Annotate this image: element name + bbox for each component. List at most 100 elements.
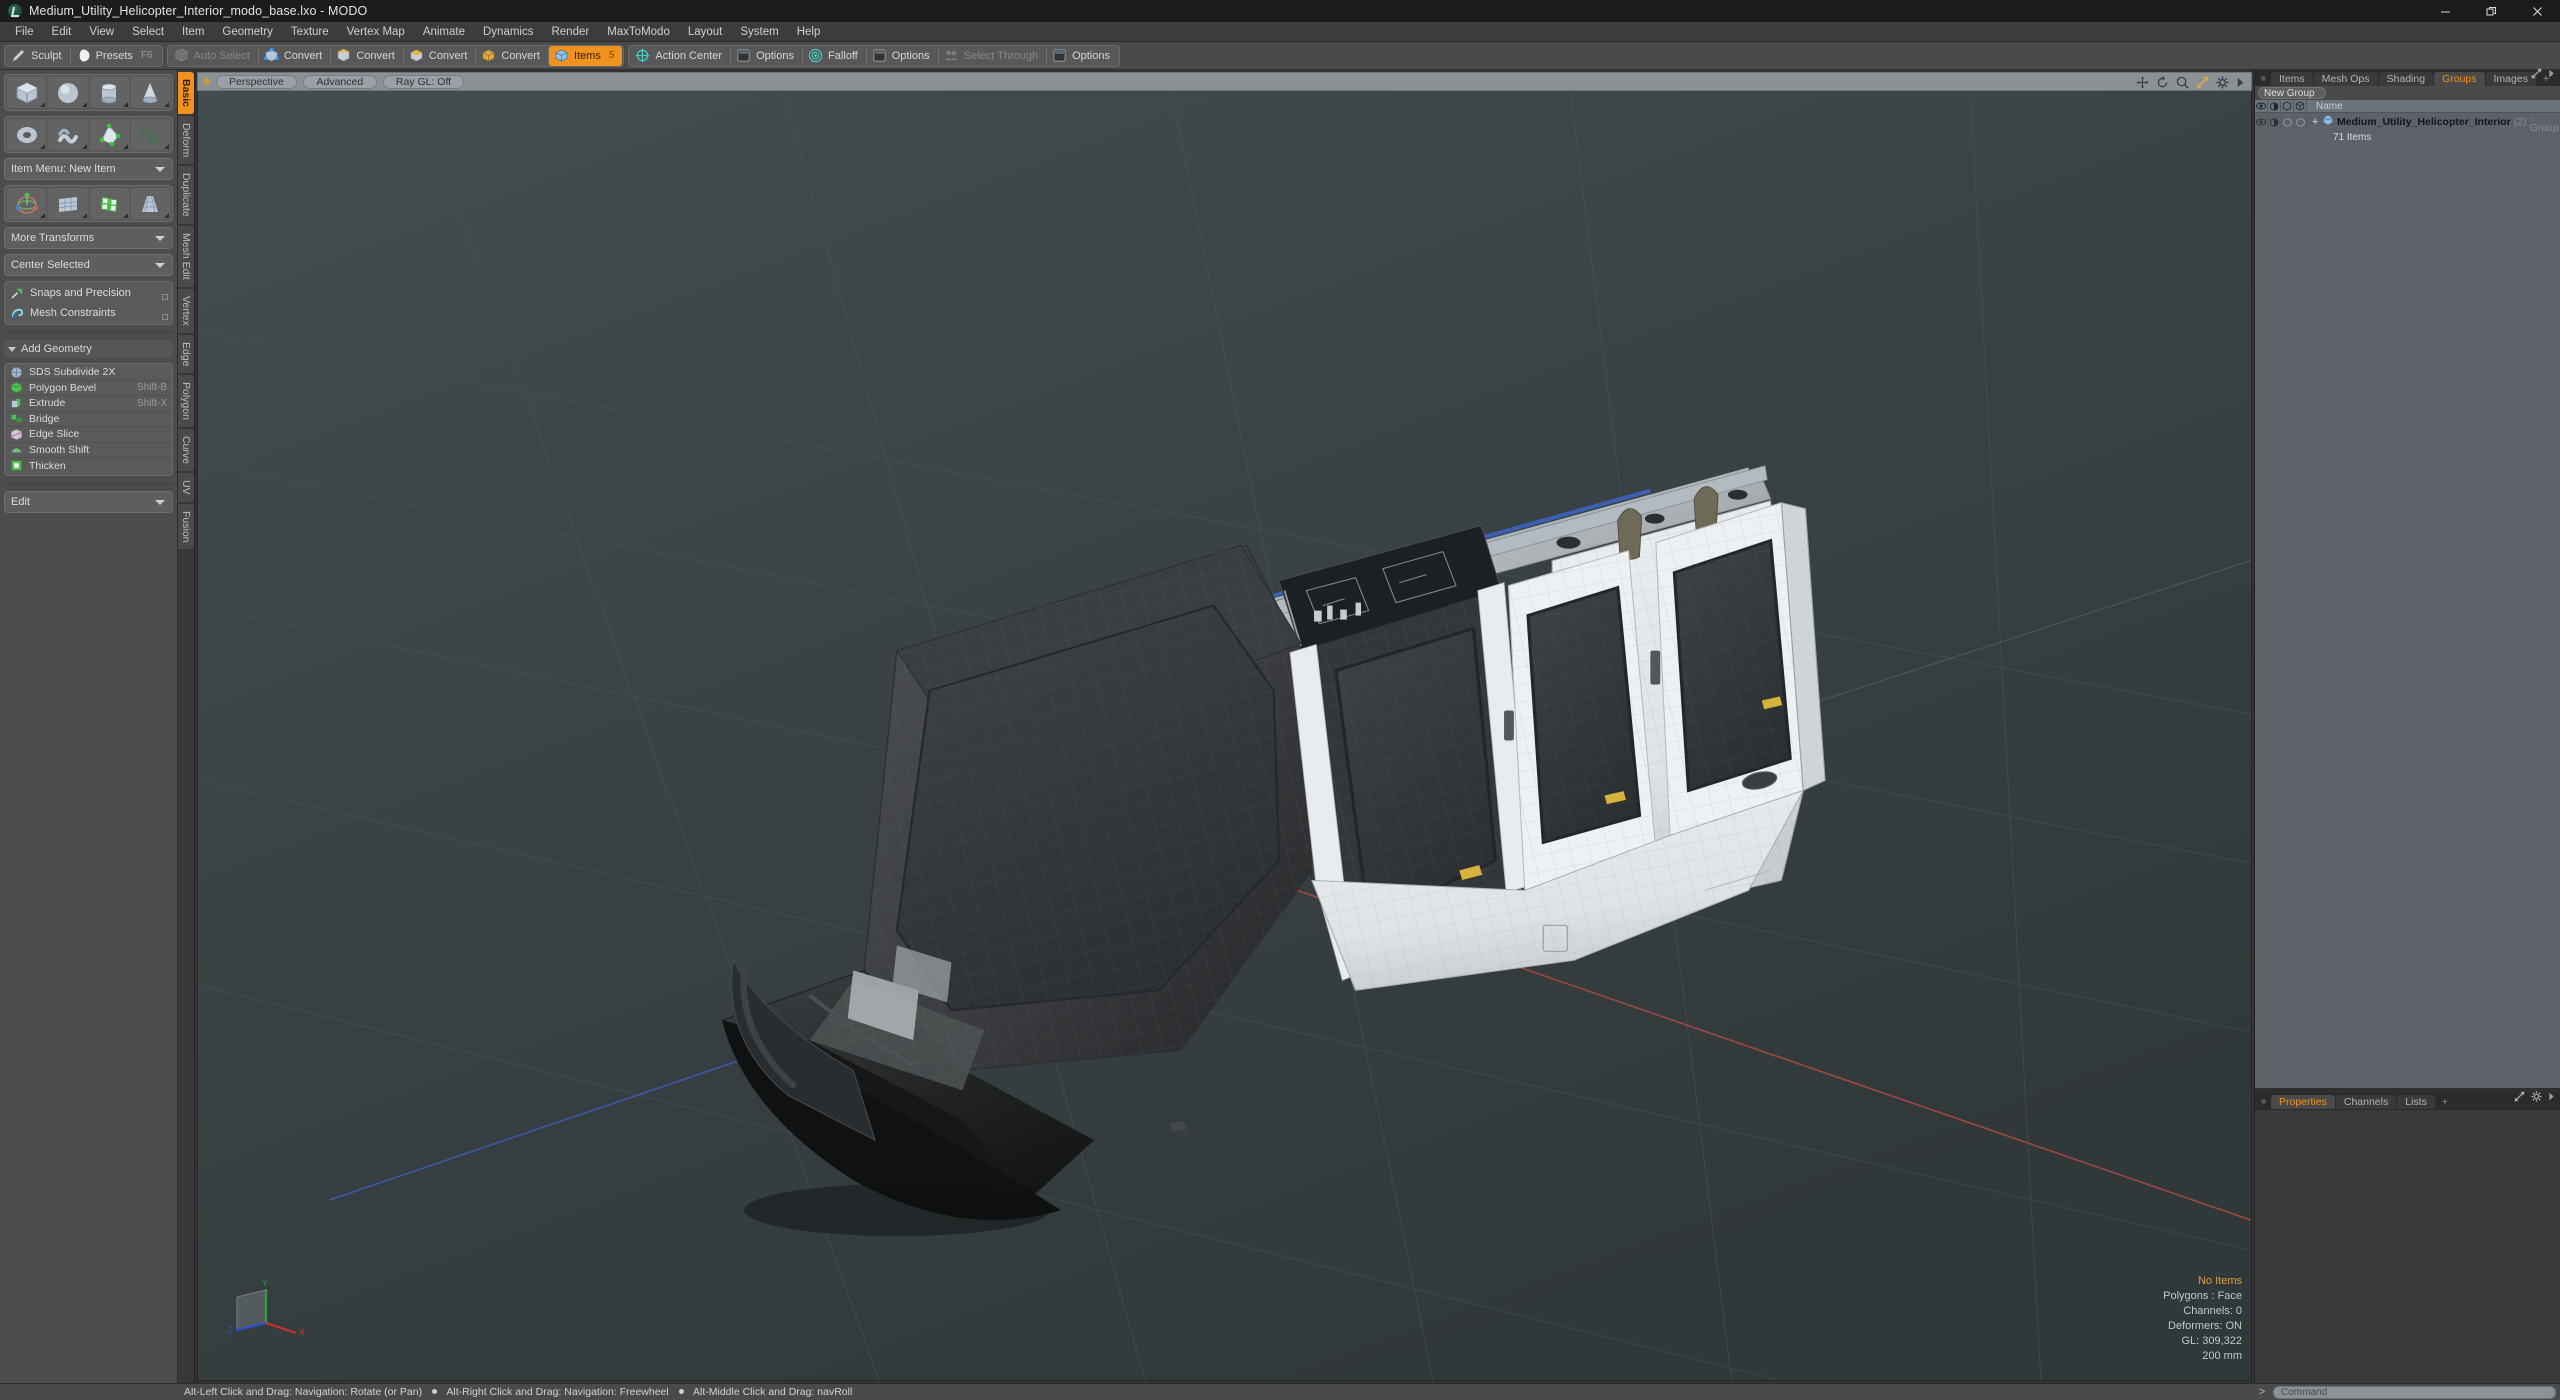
tool-thicken[interactable]: Thicken xyxy=(6,458,171,474)
viewport-shading-mode-button[interactable]: Advanced xyxy=(302,74,377,89)
convert-material-button[interactable]: Convert xyxy=(476,46,548,66)
row-visibility-eye-icon[interactable] xyxy=(2255,113,2268,131)
mesh-constraints-button[interactable]: Mesh Constraints xyxy=(6,303,171,323)
center-selected-dropdown[interactable]: Center Selected xyxy=(4,254,173,276)
falloff-options-button[interactable]: Options xyxy=(867,46,938,66)
menu-help[interactable]: Help xyxy=(788,22,830,42)
row-render-visibility-icon[interactable] xyxy=(2268,113,2281,131)
menu-edit[interactable]: Edit xyxy=(43,22,81,42)
pan-icon[interactable] xyxy=(2136,76,2149,89)
new-group-button[interactable]: New Group xyxy=(2258,87,2326,99)
panel-menu-dot-icon[interactable] xyxy=(2261,76,2266,81)
viewport-menu-dot-icon[interactable] xyxy=(203,78,210,85)
expand-toggle[interactable]: + xyxy=(2312,116,2319,128)
play-arrow-icon[interactable] xyxy=(2548,1089,2555,1107)
viewport-raygl-button[interactable]: Ray GL: Off xyxy=(382,74,465,89)
cylinder-primitive-icon[interactable] xyxy=(89,77,129,108)
viewport-3d-scene[interactable]: Y X Z No Items Polygons : Face Channels:… xyxy=(197,91,2252,1381)
row-shaded-toggle[interactable] xyxy=(2281,113,2294,131)
edit-dropdown[interactable]: Edit xyxy=(4,490,173,513)
tab-shading[interactable]: Shading xyxy=(2378,72,2434,86)
tool-bridge[interactable]: Bridge xyxy=(6,412,171,427)
sculpt-button[interactable]: Sculpt xyxy=(6,46,70,66)
vtab-deform[interactable]: Deform xyxy=(178,116,194,165)
vtab-uv[interactable]: UV xyxy=(178,473,194,502)
expand-icon[interactable] xyxy=(2514,1089,2525,1107)
convert-polygon-button[interactable]: Convert xyxy=(404,46,476,66)
menu-dynamics[interactable]: Dynamics xyxy=(474,22,542,42)
items-mode-button[interactable]: Items 5 xyxy=(548,45,623,66)
action-center-button[interactable]: Action Center xyxy=(630,46,730,66)
twist-deform-icon[interactable] xyxy=(89,188,129,219)
helix-primitive-icon[interactable] xyxy=(48,119,88,150)
vtab-edge[interactable]: Edge xyxy=(178,334,194,374)
cone-primitive-icon[interactable] xyxy=(130,77,170,108)
vtab-duplicate[interactable]: Duplicate xyxy=(178,166,194,225)
render-visibility-icon[interactable] xyxy=(2268,99,2281,113)
menu-layout[interactable]: Layout xyxy=(679,22,732,42)
vtab-fusion[interactable]: Fusion xyxy=(178,503,194,550)
convert-vertex-button[interactable]: Convert xyxy=(259,46,331,66)
select-through-options-button[interactable]: Options xyxy=(1047,46,1118,66)
menu-geometry[interactable]: Geometry xyxy=(213,22,282,42)
vtab-basic[interactable]: Basic xyxy=(178,72,194,115)
convert-edge-button[interactable]: Convert xyxy=(331,46,403,66)
panel-menu-dot-icon[interactable] xyxy=(2261,1099,2266,1104)
menu-texture[interactable]: Texture xyxy=(282,22,338,42)
rotate-icon[interactable] xyxy=(2156,76,2169,89)
falloff-button[interactable]: Falloff xyxy=(803,46,866,66)
bend-deform-icon[interactable] xyxy=(48,188,88,219)
tab-lists[interactable]: Lists xyxy=(2397,1095,2435,1109)
tab-groups[interactable]: Groups xyxy=(2434,72,2485,86)
select-through-button[interactable]: Select Through xyxy=(939,46,1046,66)
tool-sds-subdivide[interactable]: SDS Subdivide 2X xyxy=(6,365,171,381)
wireframe-icon[interactable] xyxy=(2294,99,2307,113)
gear-icon[interactable] xyxy=(2531,1089,2542,1107)
viewport-view-mode-button[interactable]: Perspective xyxy=(216,74,297,89)
menu-file[interactable]: File xyxy=(6,22,43,42)
table-row[interactable]: + Medium_Utility_Helicopter_Interior (2)… xyxy=(2255,110,2560,134)
transform-gizmo-icon[interactable] xyxy=(7,188,47,219)
menu-maxtomodo[interactable]: MaxToModo xyxy=(598,22,679,42)
tab-images[interactable]: Images xyxy=(2485,72,2536,86)
visibility-eye-icon[interactable] xyxy=(2255,99,2268,113)
taper-deform-icon[interactable] xyxy=(130,188,170,219)
tab-items[interactable]: Items xyxy=(2271,72,2313,86)
tool-extrude[interactable]: Extrude Shift-X xyxy=(6,396,171,412)
more-transforms-dropdown[interactable]: More Transforms xyxy=(4,227,173,249)
tab-mesh-ops[interactable]: Mesh Ops xyxy=(2313,72,2378,86)
fit-view-icon[interactable] xyxy=(2196,76,2209,89)
tab-properties[interactable]: Properties xyxy=(2271,1095,2335,1109)
sphere-primitive-icon[interactable] xyxy=(48,77,88,108)
vtab-polygon[interactable]: Polygon xyxy=(178,375,194,428)
close-button[interactable] xyxy=(2514,0,2560,22)
shaded-wire-icon[interactable] xyxy=(2281,99,2294,113)
vtab-vertex[interactable]: Vertex xyxy=(178,288,194,333)
cube-primitive-icon[interactable] xyxy=(7,77,47,108)
row-wireframe-toggle[interactable] xyxy=(2294,113,2307,131)
menu-item[interactable]: Item xyxy=(173,22,213,42)
tool-edge-slice[interactable]: Edge Slice xyxy=(6,427,171,443)
menu-vertex-map[interactable]: Vertex Map xyxy=(338,22,414,42)
vtab-curve[interactable]: Curve xyxy=(178,429,194,472)
menu-select[interactable]: Select xyxy=(123,22,173,42)
menu-system[interactable]: System xyxy=(731,22,787,42)
zoom-icon[interactable] xyxy=(2176,76,2189,89)
snaps-and-precision-button[interactable]: Snaps and Precision xyxy=(6,283,171,303)
minimize-button[interactable] xyxy=(2422,0,2468,22)
restore-button[interactable] xyxy=(2468,0,2514,22)
command-input[interactable] xyxy=(2273,1385,2556,1399)
menu-view[interactable]: View xyxy=(80,22,123,42)
play-arrow-icon[interactable] xyxy=(2236,76,2245,89)
gear-icon[interactable] xyxy=(2216,76,2229,89)
tool-smooth-shift[interactable]: Smooth Shift xyxy=(6,443,171,458)
auto-select-button[interactable]: Auto Select xyxy=(169,46,258,66)
polygon-pen-icon[interactable] xyxy=(89,119,129,150)
tool-polygon-bevel[interactable]: Polygon Bevel Shift-B xyxy=(6,381,171,396)
presets-button[interactable]: Presets F6 xyxy=(71,46,161,66)
vtab-mesh-edit[interactable]: Mesh Edit xyxy=(178,226,194,287)
action-center-options-button[interactable]: Options xyxy=(731,46,802,66)
text-tool-icon[interactable]: A & xyxy=(130,119,170,150)
add-geometry-section-header[interactable]: Add Geometry xyxy=(4,340,173,358)
torus-primitive-icon[interactable] xyxy=(7,119,47,150)
